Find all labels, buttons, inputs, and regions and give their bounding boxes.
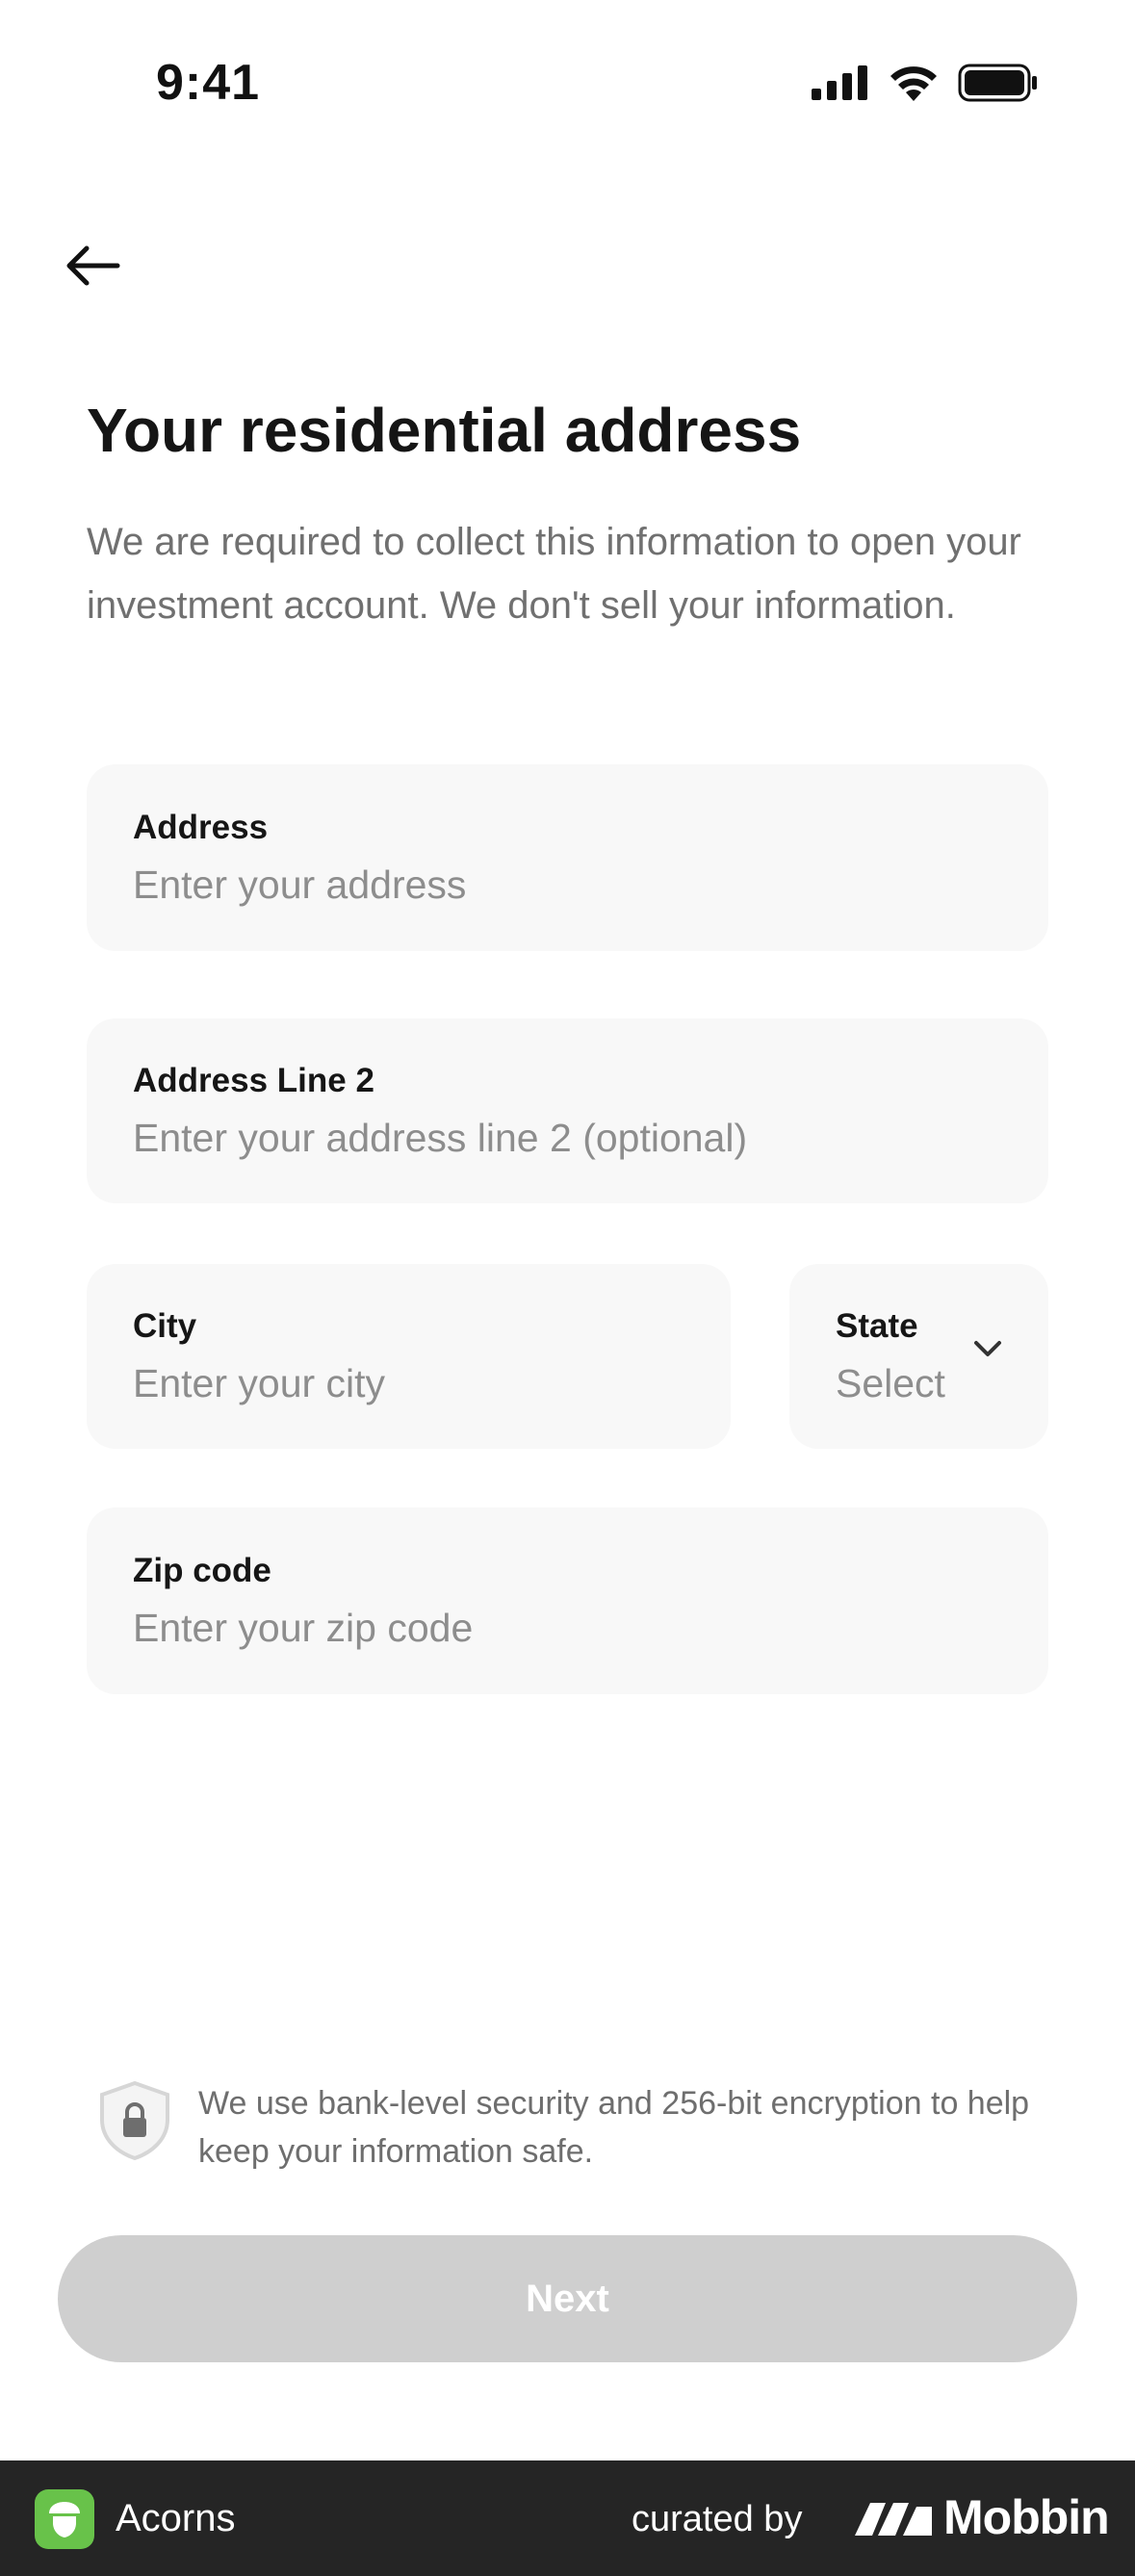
acorn-icon xyxy=(49,2502,80,2537)
city-input[interactable] xyxy=(133,1360,731,1406)
mobbin-logo-icon xyxy=(855,2503,932,2536)
address-line2-field[interactable]: Address Line 2 xyxy=(87,1018,1048,1203)
next-button[interactable]: Next xyxy=(58,2235,1077,2362)
address-input[interactable] xyxy=(133,862,1048,908)
chevron-down-icon xyxy=(974,1341,1001,1356)
status-time: 9:41 xyxy=(156,55,261,111)
battery-icon xyxy=(958,64,1037,102)
state-select[interactable]: State Select xyxy=(789,1264,1048,1449)
zip-field[interactable]: Zip code xyxy=(87,1507,1048,1694)
state-label: State xyxy=(836,1306,918,1345)
shield-lock-icon xyxy=(100,2080,169,2161)
mobbin-brand: Mobbin xyxy=(943,2490,1110,2544)
arrow-left-icon xyxy=(66,245,120,286)
page-subtitle: We are required to collect this informat… xyxy=(87,521,1021,627)
curated-by-text: curated by xyxy=(632,2499,803,2539)
city-field[interactable]: City xyxy=(87,1264,731,1449)
address-line2-label: Address Line 2 xyxy=(133,1061,374,1099)
footer-bar: Acorns curated by Mobbin xyxy=(0,2460,1135,2576)
page-title: Your residential address xyxy=(87,396,802,465)
back-button[interactable] xyxy=(58,231,127,300)
security-text: We use bank-level security and 256-bit e… xyxy=(198,2085,1030,2170)
address-label: Address xyxy=(133,808,269,846)
wifi-icon xyxy=(890,66,937,101)
acorns-app-icon xyxy=(35,2489,94,2549)
cellular-signal-icon xyxy=(812,65,867,100)
city-label: City xyxy=(133,1306,197,1345)
status-icons xyxy=(812,64,1039,102)
status-bar: 9:41 xyxy=(0,0,1135,164)
state-select-value: Select xyxy=(836,1360,945,1405)
zip-label: Zip code xyxy=(133,1551,271,1589)
address-line2-input[interactable] xyxy=(133,1115,1048,1161)
security-note: We use bank-level security and 256-bit e… xyxy=(96,2079,1059,2176)
app-name: Acorns xyxy=(116,2497,236,2539)
zip-input[interactable] xyxy=(133,1605,1048,1651)
address-field[interactable]: Address xyxy=(87,764,1048,951)
